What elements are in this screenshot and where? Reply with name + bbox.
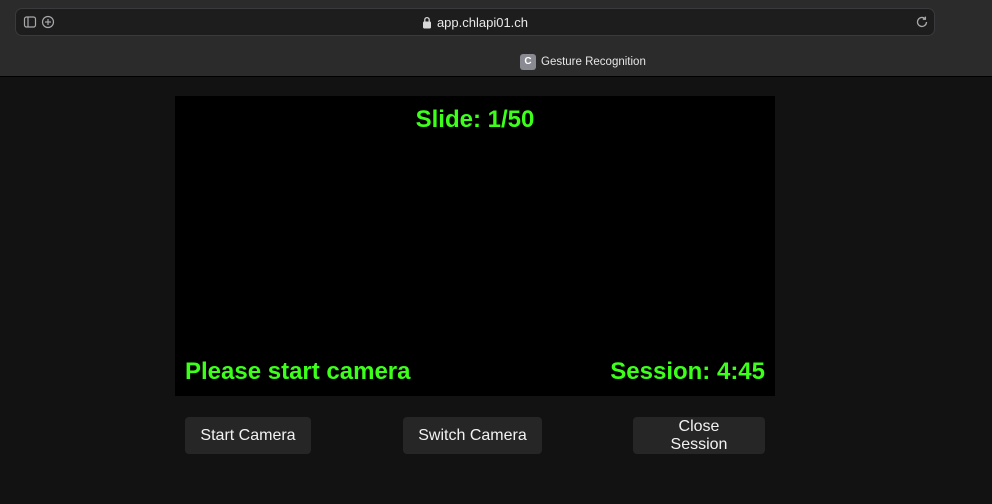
url-text: app.chlapi01.ch — [436, 15, 529, 30]
lock-icon — [422, 16, 432, 29]
reload-icon[interactable] — [915, 15, 929, 29]
favicon-icon: C — [520, 54, 536, 70]
close-session-button[interactable]: Close Session — [633, 417, 765, 454]
session-timer: Session: 4:45 — [610, 358, 765, 385]
slide-counter: Slide: 1/50 — [415, 106, 535, 133]
start-camera-button[interactable]: Start Camera — [185, 417, 311, 454]
camera-status: Please start camera — [185, 358, 411, 385]
tab-gesture-recognition[interactable]: C Gesture Recognition — [520, 54, 646, 70]
camera-view: Slide: 1/50 Please start camera Session:… — [175, 96, 775, 396]
browser-toolbar: app.chlapi01.ch C Gesture Recognition — [0, 0, 992, 77]
address-bar[interactable]: app.chlapi01.ch — [15, 8, 935, 36]
url-field[interactable]: app.chlapi01.ch — [16, 14, 934, 32]
switch-camera-button[interactable]: Switch Camera — [403, 417, 542, 454]
tab-title: Gesture Recognition — [541, 56, 646, 68]
